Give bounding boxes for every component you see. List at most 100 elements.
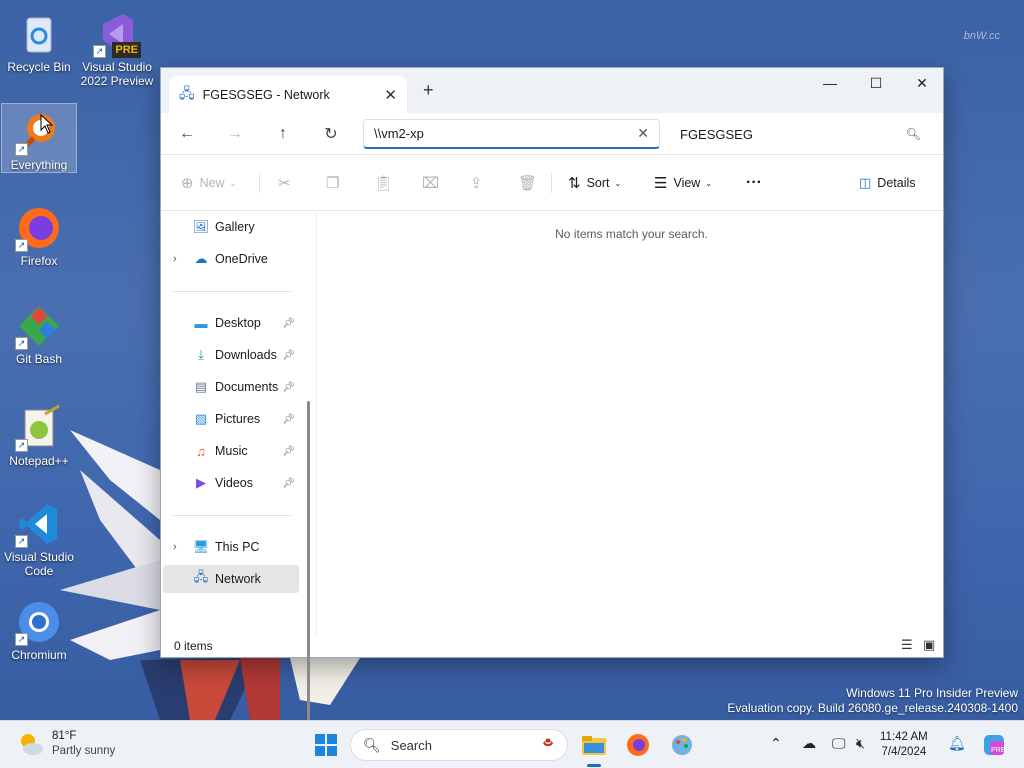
- back-button[interactable]: ←: [175, 123, 199, 145]
- pane-splitter[interactable]: [316, 211, 317, 637]
- empty-results-message: No items match your search.: [555, 227, 708, 241]
- desktop-icon-everything[interactable]: ↗ Everything: [1, 103, 77, 173]
- desktop-icon-label: Everything: [10, 158, 68, 172]
- folder-icon: [582, 736, 606, 755]
- pin-icon[interactable]: 📌︎: [282, 446, 295, 457]
- notification-bell-icon[interactable]: 🔔︎: [948, 735, 966, 752]
- search-highlight-icon: 🎩︎: [543, 735, 553, 752]
- desktop-icon-visual-studio-code[interactable]: ↗ Visual Studio Code: [1, 496, 77, 578]
- network-icon: 🖧: [193, 569, 209, 584]
- active-app-indicator: [587, 764, 601, 767]
- chevron-down-icon: ⌄: [229, 178, 237, 188]
- view-button[interactable]: ☰ View ⌄: [654, 171, 712, 195]
- paste-button[interactable]: 📋︎: [374, 171, 399, 195]
- new-tab-button[interactable]: +: [423, 80, 434, 101]
- sidebar-item-downloads[interactable]: ⤓ Downloads 📌︎: [163, 341, 299, 369]
- sidebar-item-music[interactable]: ♫ Music 📌︎: [163, 437, 299, 465]
- rename-button[interactable]: ⌧: [422, 171, 445, 195]
- shortcut-arrow-icon: ↗: [15, 337, 28, 350]
- system-clock[interactable]: 11:42 AM 7/4/2024: [880, 730, 928, 760]
- start-button[interactable]: [312, 731, 340, 759]
- new-label: New: [199, 176, 225, 190]
- share-button[interactable]: ⇪: [470, 171, 489, 195]
- copy-button[interactable]: ❐: [326, 171, 345, 195]
- address-bar[interactable]: \\vm2-xp ✕: [363, 119, 660, 149]
- clipboard-icon: 📋︎: [374, 175, 394, 192]
- pin-icon[interactable]: 📌︎: [282, 414, 295, 425]
- maximize-button[interactable]: ☐: [853, 68, 899, 98]
- address-input[interactable]: \\vm2-xp: [374, 126, 637, 141]
- taskbar-file-explorer[interactable]: [580, 731, 608, 759]
- chromium-icon: ↗: [15, 598, 63, 646]
- tab-title: FGESGSEG - Network: [202, 87, 330, 102]
- sidebar-item-label: Desktop: [215, 316, 261, 330]
- forward-button[interactable]: →: [223, 123, 247, 145]
- search-box[interactable]: FGESGSEG 🔍︎: [670, 119, 931, 149]
- taskbar: 81°F Partly sunny 🔍︎ Search 🎩︎ ⌃ ☁︎ 🖵︎ 🔇…: [0, 720, 1024, 768]
- taskbar-paint[interactable]: [668, 731, 696, 759]
- pin-icon[interactable]: 📌︎: [282, 478, 295, 489]
- desktop-icon-recycle-bin[interactable]: Recycle Bin: [1, 6, 77, 74]
- desktop-icon-visual-studio-2022-preview[interactable]: ↗ PRE Visual Studio 2022 Preview: [79, 6, 155, 88]
- weather-widget[interactable]: 81°F Partly sunny: [16, 729, 115, 759]
- sort-button[interactable]: ⇅ Sort ⌄: [568, 171, 621, 195]
- details-view-icon[interactable]: ☰: [901, 637, 913, 653]
- taskbar-search-label: Search: [390, 737, 432, 753]
- sidebar-item-desktop[interactable]: ▬ Desktop 📌︎: [163, 309, 299, 337]
- recycle-bin-icon: [15, 10, 63, 58]
- tiles-view-icon[interactable]: ▣: [923, 637, 935, 653]
- up-button[interactable]: ↑: [271, 123, 295, 145]
- file-explorer-window: 🖧 FGESGSEG - Network ✕ + — ☐ ✕ ← → ↑ ↻ \…: [160, 67, 945, 761]
- sidebar-item-label: This PC: [215, 540, 260, 554]
- pin-icon[interactable]: 📌︎: [282, 318, 295, 329]
- windows-logo-icon: [315, 734, 337, 756]
- sidebar-item-this-pc[interactable]: › 🖥︎ This PC: [163, 533, 299, 561]
- file-list-area[interactable]: No items match your search.: [318, 211, 945, 637]
- mouse-cursor: [40, 114, 54, 134]
- sidebar-item-pictures[interactable]: ▧ Pictures 📌︎: [163, 405, 299, 433]
- chevron-right-icon[interactable]: ›: [173, 253, 177, 265]
- taskbar-firefox[interactable]: [624, 731, 652, 759]
- sidebar-scrollbar[interactable]: [307, 401, 310, 761]
- network-disconnected-icon[interactable]: ☁︎: [802, 735, 816, 752]
- details-button[interactable]: ◫ Details: [859, 171, 916, 195]
- shortcut-arrow-icon: ↗: [93, 45, 106, 58]
- display-icon[interactable]: 🖵︎: [832, 735, 846, 752]
- more-options-button[interactable]: ···: [746, 171, 762, 195]
- cut-button[interactable]: ✂: [278, 171, 297, 195]
- desktop-icon-label: Visual Studio 2022 Preview: [80, 60, 154, 88]
- refresh-button[interactable]: ↻: [319, 123, 343, 145]
- tab-active[interactable]: 🖧 FGESGSEG - Network ✕: [169, 76, 407, 113]
- volume-muted-icon[interactable]: 🔇︎: [856, 735, 865, 752]
- clear-address-icon[interactable]: ✕: [637, 125, 649, 142]
- delete-button[interactable]: 🗑︎: [518, 171, 543, 195]
- shortcut-arrow-icon: ↗: [15, 633, 28, 646]
- pin-icon[interactable]: 📌︎: [282, 350, 295, 361]
- minimize-button[interactable]: —: [807, 68, 853, 98]
- sidebar-item-gallery[interactable]: 🖼︎ Gallery: [163, 213, 299, 241]
- desktop-icon-git-bash[interactable]: ↗ Git Bash: [1, 298, 77, 366]
- sidebar-item-network[interactable]: 🖧 Network: [163, 565, 299, 593]
- taskbar-search-box[interactable]: 🔍︎ Search 🎩︎: [350, 729, 568, 761]
- search-input[interactable]: FGESGSEG: [680, 127, 906, 142]
- firefox-icon: [627, 734, 649, 756]
- new-button[interactable]: ⊕ New ⌄: [181, 171, 236, 195]
- plus-circle-icon: ⊕: [181, 175, 194, 192]
- sidebar-item-documents[interactable]: ▤ Documents 📌︎: [163, 373, 299, 401]
- search-icon[interactable]: 🔍︎: [906, 127, 921, 141]
- title-bar: 🖧 FGESGSEG - Network ✕ + — ☐ ✕: [161, 68, 943, 113]
- desktop-icon-notepad-plus-plus[interactable]: ↗ Notepad++: [1, 400, 77, 468]
- desktop-icon-firefox[interactable]: ↗ Firefox: [1, 200, 77, 268]
- sidebar-item-label: Music: [215, 444, 248, 458]
- close-window-button[interactable]: ✕: [899, 68, 945, 98]
- copilot-button[interactable]: PRE: [980, 731, 1008, 759]
- desktop-icon-chromium[interactable]: ↗ Chromium: [1, 594, 77, 662]
- close-tab-icon[interactable]: ✕: [384, 86, 397, 104]
- sidebar-item-videos[interactable]: ▶ Videos 📌︎: [163, 469, 299, 497]
- show-hidden-icons-chevron-up-icon[interactable]: ⌃: [770, 735, 782, 752]
- chevron-right-icon[interactable]: ›: [173, 541, 177, 553]
- sidebar-item-onedrive[interactable]: › ☁ OneDrive: [163, 245, 299, 273]
- divider: [173, 515, 291, 516]
- document-icon: ▤: [194, 379, 208, 394]
- pin-icon[interactable]: 📌︎: [282, 382, 295, 393]
